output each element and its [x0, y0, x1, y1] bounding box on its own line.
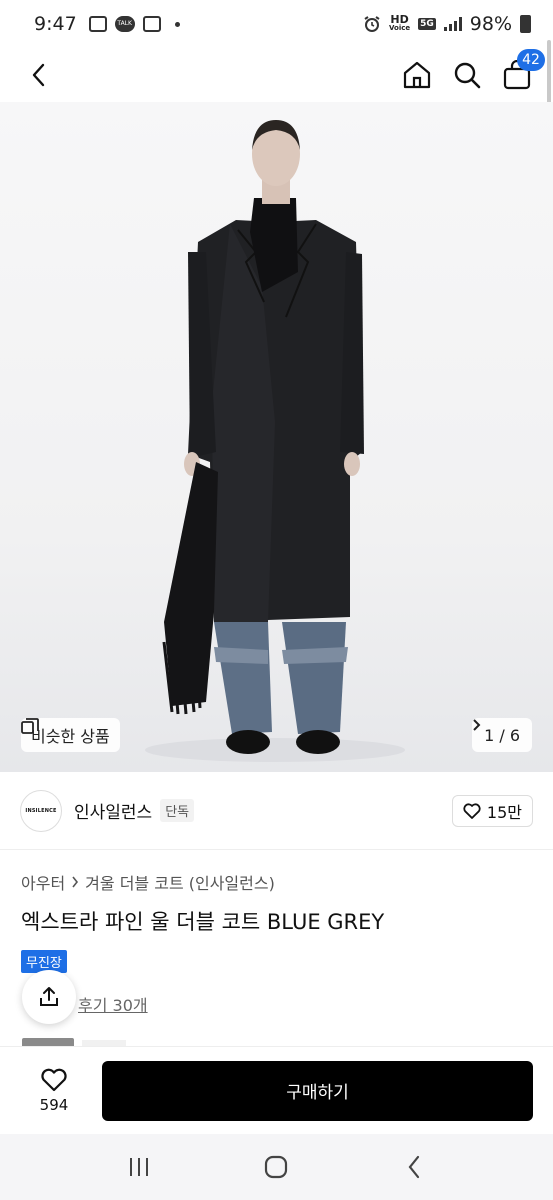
search-button[interactable]	[451, 59, 483, 91]
page-indicator-text: 1 / 6	[484, 725, 520, 745]
breadcrumb: 아우터 겨울 더블 코트 (인사일런스)	[21, 870, 275, 894]
back-nav-button[interactable]	[394, 1147, 434, 1187]
signal-icon	[443, 17, 462, 31]
cart-count-badge: 42	[517, 49, 545, 71]
product-photo	[145, 120, 405, 762]
app-actions: 42	[401, 49, 545, 91]
brand-logo[interactable]: INSILENCE	[20, 789, 62, 832]
brand-like-count: 15만	[486, 802, 522, 822]
heart-icon	[463, 802, 481, 819]
brand-name[interactable]: 인사일런스	[74, 798, 152, 823]
status-right: HD Voice 5G 98%	[363, 13, 531, 35]
chevron-right-icon	[72, 876, 79, 888]
gallery-notification-icon	[88, 16, 107, 32]
back-arrow-icon	[408, 1155, 420, 1179]
recent-apps-icon	[129, 1158, 148, 1176]
image-page-indicator[interactable]: 1 / 6	[472, 718, 532, 752]
5g-indicator: 5G	[418, 18, 436, 30]
back-button[interactable]	[22, 58, 56, 92]
similar-items-icon	[21, 718, 39, 734]
status-bar: 9:47 TALK HD Voice 5G 98%	[0, 0, 553, 48]
wishlist-count: 594	[39, 1095, 69, 1114]
heart-icon	[41, 1068, 67, 1091]
battery-icon	[520, 15, 531, 33]
voice-label: Voice	[388, 24, 411, 32]
chevron-right-icon	[473, 719, 481, 731]
breadcrumb-subcategory[interactable]: 겨울 더블 코트 (인사일런스)	[85, 870, 275, 894]
home-icon	[403, 61, 431, 89]
similar-products-button[interactable]: 비슷한 상품	[21, 718, 120, 752]
share-icon	[40, 987, 58, 1006]
talk-notification-icon: TALK	[114, 16, 135, 32]
buy-button[interactable]: 구매하기	[102, 1060, 533, 1121]
exclusive-tag: 단독	[160, 799, 195, 822]
hd-label: HD	[390, 13, 409, 26]
product-image-gallery[interactable]: 비슷한 상품 1 / 6	[0, 102, 553, 772]
recent-apps-button[interactable]	[119, 1147, 159, 1187]
home-nav-button[interactable]	[256, 1147, 296, 1187]
similar-products-label: 비슷한 상품	[31, 727, 110, 746]
wishlist-button[interactable]: 594	[22, 1068, 86, 1114]
brand-logo-text: INSILENCE	[25, 807, 57, 814]
search-icon	[454, 62, 481, 89]
alarm-icon	[364, 16, 380, 32]
home-circle-icon	[265, 1155, 288, 1179]
home-button[interactable]	[401, 59, 433, 91]
system-navigation-bar	[0, 1134, 553, 1200]
calendar-notification-icon	[142, 16, 161, 32]
cart-button[interactable]: 42	[501, 49, 545, 91]
breadcrumb-category[interactable]: 아우터	[21, 870, 65, 894]
brand-like-button[interactable]: 15만	[451, 794, 533, 827]
battery-percent: 98%	[469, 13, 512, 35]
app-bar: 42	[0, 48, 553, 102]
purchase-bar: 594 구매하기	[0, 1046, 553, 1134]
status-time: 9:47	[34, 13, 77, 35]
status-left: 9:47 TALK	[34, 13, 180, 35]
review-link[interactable]: 후기 30개	[78, 992, 148, 1016]
more-notifications-icon	[174, 21, 180, 27]
hd-voice-indicator: HD Voice	[388, 13, 411, 33]
product-title: 엑스트라 파인 울 더블 코트 BLUE GREY	[21, 910, 385, 934]
brand-row: INSILENCE 인사일런스 단독 15만	[0, 772, 553, 850]
share-button[interactable]	[22, 970, 76, 1024]
chevron-left-icon	[32, 63, 45, 87]
